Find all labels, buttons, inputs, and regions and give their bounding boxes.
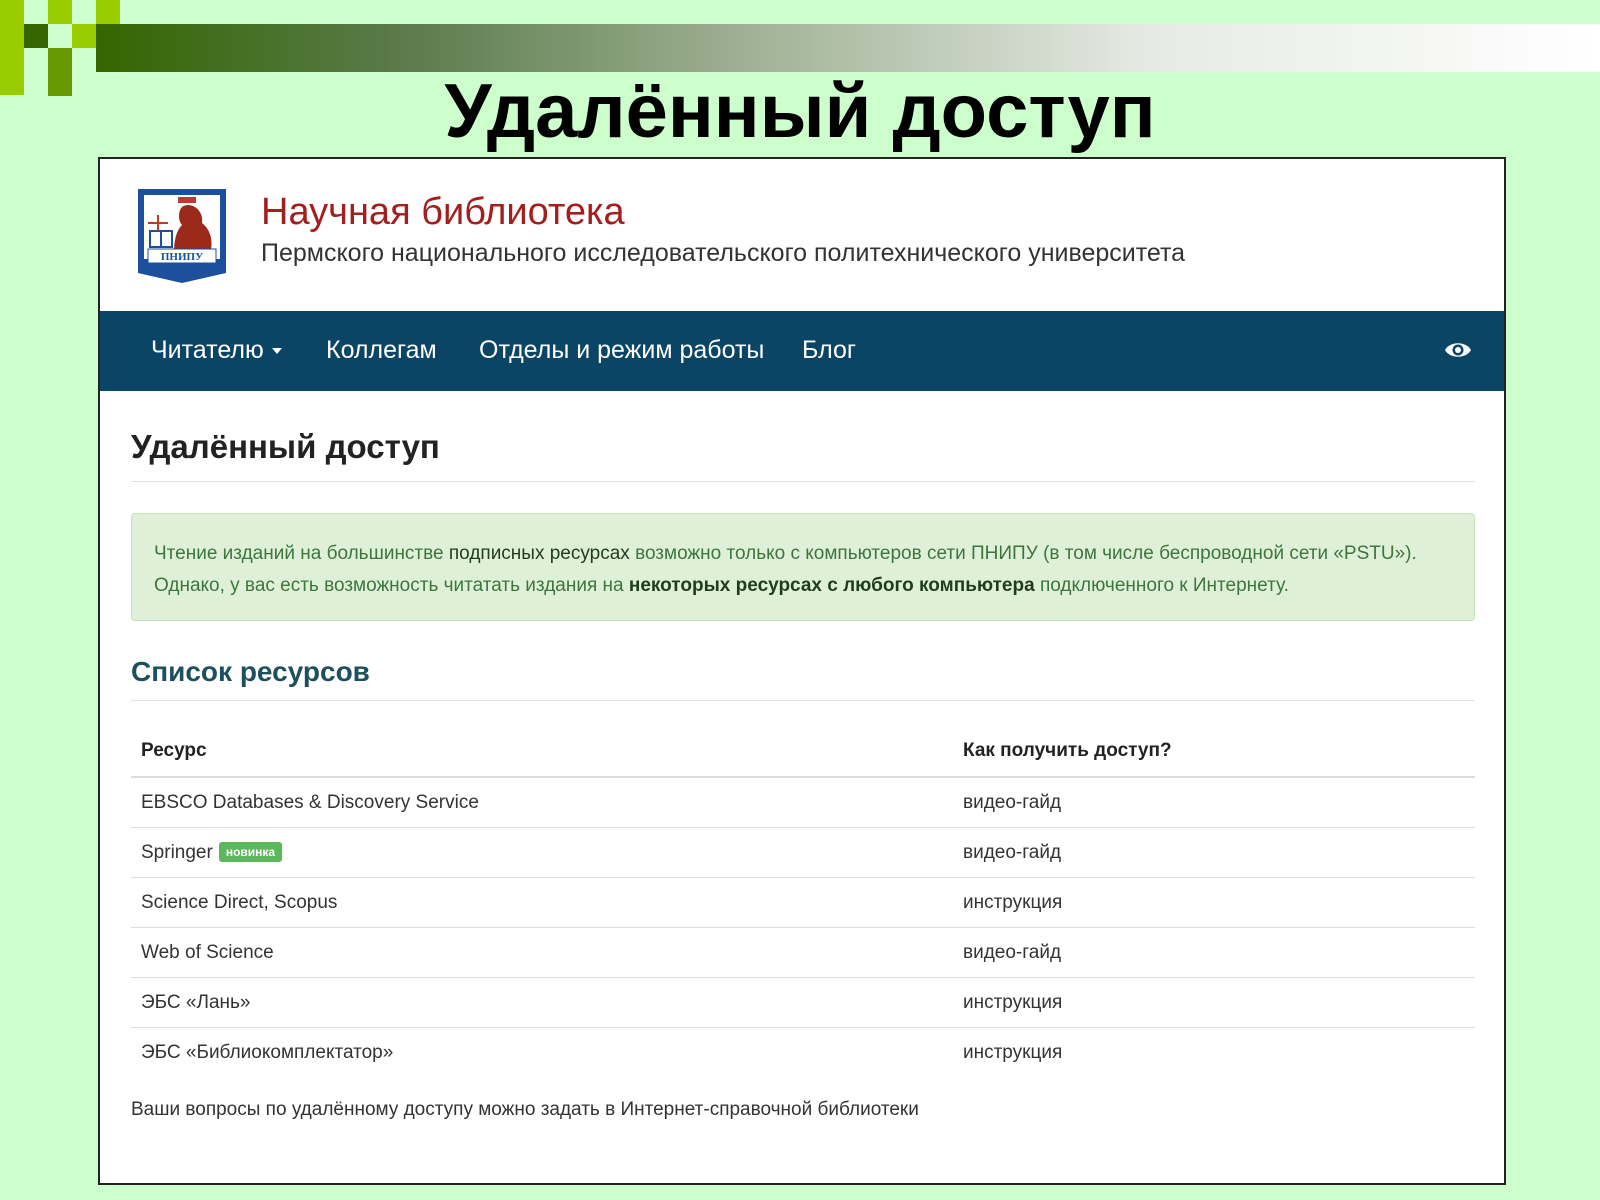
decor-square (48, 0, 72, 24)
access-link[interactable]: инструкция (963, 892, 1062, 913)
decor-square (24, 24, 48, 48)
resource-list-heading: Список ресурсов (131, 656, 370, 687)
main-navbar: Читателю Коллегам Отделы и режим работы … (100, 311, 1504, 391)
resource-name: Science Direct, Scopus (131, 877, 953, 928)
nav-item-reader[interactable]: Читателю (151, 311, 282, 389)
resource-name: Springer (141, 841, 213, 863)
alert-text: Однако, у вас есть возможность читатать … (154, 575, 629, 596)
decor-square (96, 0, 120, 24)
alert-text: Чтение изданий на большинстве (154, 543, 449, 564)
footer-note: Ваши вопросы по удалённому доступу можно… (131, 1099, 919, 1120)
caret-down-icon (271, 348, 282, 355)
nav-item-departments[interactable]: Отделы и режим работы (479, 311, 764, 389)
alert-text: возможно только с компьютеров сети ПНИПУ… (629, 543, 1417, 564)
logo-text: ПНИПУ (161, 251, 203, 263)
new-badge: новинка (218, 842, 283, 863)
access-link[interactable]: инструкция (963, 992, 1062, 1013)
access-link[interactable]: видео-гайд (963, 842, 1061, 863)
info-alert: Чтение изданий на большинстве подписных … (131, 513, 1475, 621)
resources-table: Ресурс Как получить доступ? EBSCO Databa… (131, 726, 1475, 1077)
table-row: ЭБС «Лань» инструкция (131, 977, 1475, 1028)
library-name[interactable]: Научная библиотека (261, 189, 625, 235)
nav-item-blog[interactable]: Блог (802, 311, 856, 389)
alert-emphasis: некоторых ресурсах с любого компьютера (628, 575, 1035, 596)
resource-name: EBSCO Databases & Discovery Service (131, 777, 953, 828)
eye-icon[interactable] (1444, 338, 1472, 362)
table-row: Springer новинка видео-гайд (131, 827, 1475, 878)
divider (131, 700, 1475, 701)
resource-cell: Springer новинка (131, 827, 953, 878)
resource-name: Web of Science (131, 927, 953, 978)
table-row: EBSCO Databases & Discovery Service виде… (131, 777, 1475, 828)
alert-text: подключенного к Интернету. (1034, 575, 1289, 596)
decor-square (72, 24, 96, 48)
university-logo[interactable]: ПНИПУ (134, 187, 230, 283)
column-header-access: Как получить доступ? (953, 726, 1475, 778)
slide-title: Удалённый доступ (444, 69, 1156, 154)
table-row: ЭБС «Библиокомплектатор» инструкция (131, 1028, 1475, 1078)
table-row: Web of Science видео-гайд (131, 927, 1475, 978)
website-screenshot: ПНИПУ Научная библиотека Пермского нацио… (98, 157, 1506, 1185)
page-title: Удалённый доступ (131, 428, 440, 465)
nav-item-label: Читателю (151, 336, 264, 364)
library-subtitle: Пермского национального исследовательско… (261, 239, 1186, 267)
access-link[interactable]: видео-гайд (963, 792, 1061, 813)
column-header-resource: Ресурс (131, 726, 953, 778)
access-link[interactable]: видео-гайд (963, 942, 1061, 963)
access-link[interactable]: инструкция (963, 1042, 1062, 1063)
resource-name: ЭБС «Лань» (131, 977, 953, 1028)
divider (131, 481, 1475, 482)
nav-item-colleagues[interactable]: Коллегам (326, 311, 437, 389)
resource-name: ЭБС «Библиокомплектатор» (141, 1041, 394, 1063)
site-header: ПНИПУ Научная библиотека Пермского нацио… (100, 159, 1504, 311)
subscription-resources-link[interactable]: подписных ресурсах (449, 543, 630, 564)
table-row: Science Direct, Scopus инструкция (131, 877, 1475, 928)
